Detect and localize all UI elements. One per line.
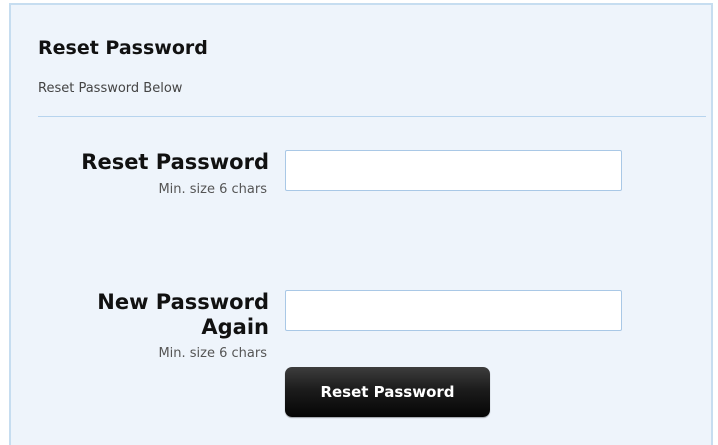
- reset-password-button[interactable]: Reset Password: [285, 367, 490, 417]
- panel-subtitle: Reset Password Below: [38, 81, 183, 96]
- panel-title: Reset Password: [38, 37, 208, 59]
- password-label: Reset Password: [81, 150, 269, 174]
- password-again-label-line2: Again: [201, 315, 269, 339]
- password-input[interactable]: [285, 150, 622, 191]
- password-again-label-line1: New Password: [97, 290, 269, 314]
- password-again-input[interactable]: [285, 290, 622, 331]
- password-hint: Min. size 6 chars: [158, 182, 267, 197]
- header-divider: [38, 116, 706, 117]
- password-again-hint: Min. size 6 chars: [158, 346, 267, 361]
